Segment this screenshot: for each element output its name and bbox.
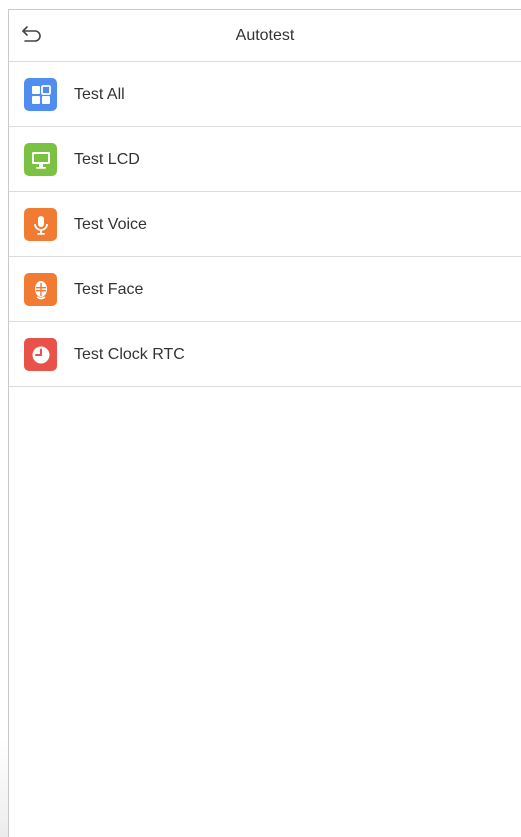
autotest-menu: Test All Test LCD Test Voice Test Face T… [9,62,521,387]
menu-item-label: Test Face [74,281,144,298]
menu-item-label: Test All [74,86,125,103]
clock-icon [24,338,57,371]
menu-item-label: Test LCD [74,151,140,168]
frame-shadow [0,740,8,837]
autotest-screen: Autotest Test All Test LCD Test Voice Te… [0,0,521,837]
monitor-icon [24,143,57,176]
frame-top [0,0,521,9]
grid-icon [24,78,57,111]
back-arrow-icon [21,25,43,48]
face-icon [24,273,57,306]
menu-item-test-lcd[interactable]: Test LCD [9,127,521,192]
menu-item-test-clock-rtc[interactable]: Test Clock RTC [9,322,521,387]
menu-item-label: Test Voice [74,216,147,233]
microphone-icon [24,208,57,241]
header-bar: Autotest [9,10,521,62]
menu-item-test-all[interactable]: Test All [9,62,521,127]
back-button[interactable] [18,23,46,49]
menu-item-test-voice[interactable]: Test Voice [9,192,521,257]
page-title: Autotest [235,27,295,44]
menu-item-label: Test Clock RTC [74,346,185,363]
menu-item-test-face[interactable]: Test Face [9,257,521,322]
